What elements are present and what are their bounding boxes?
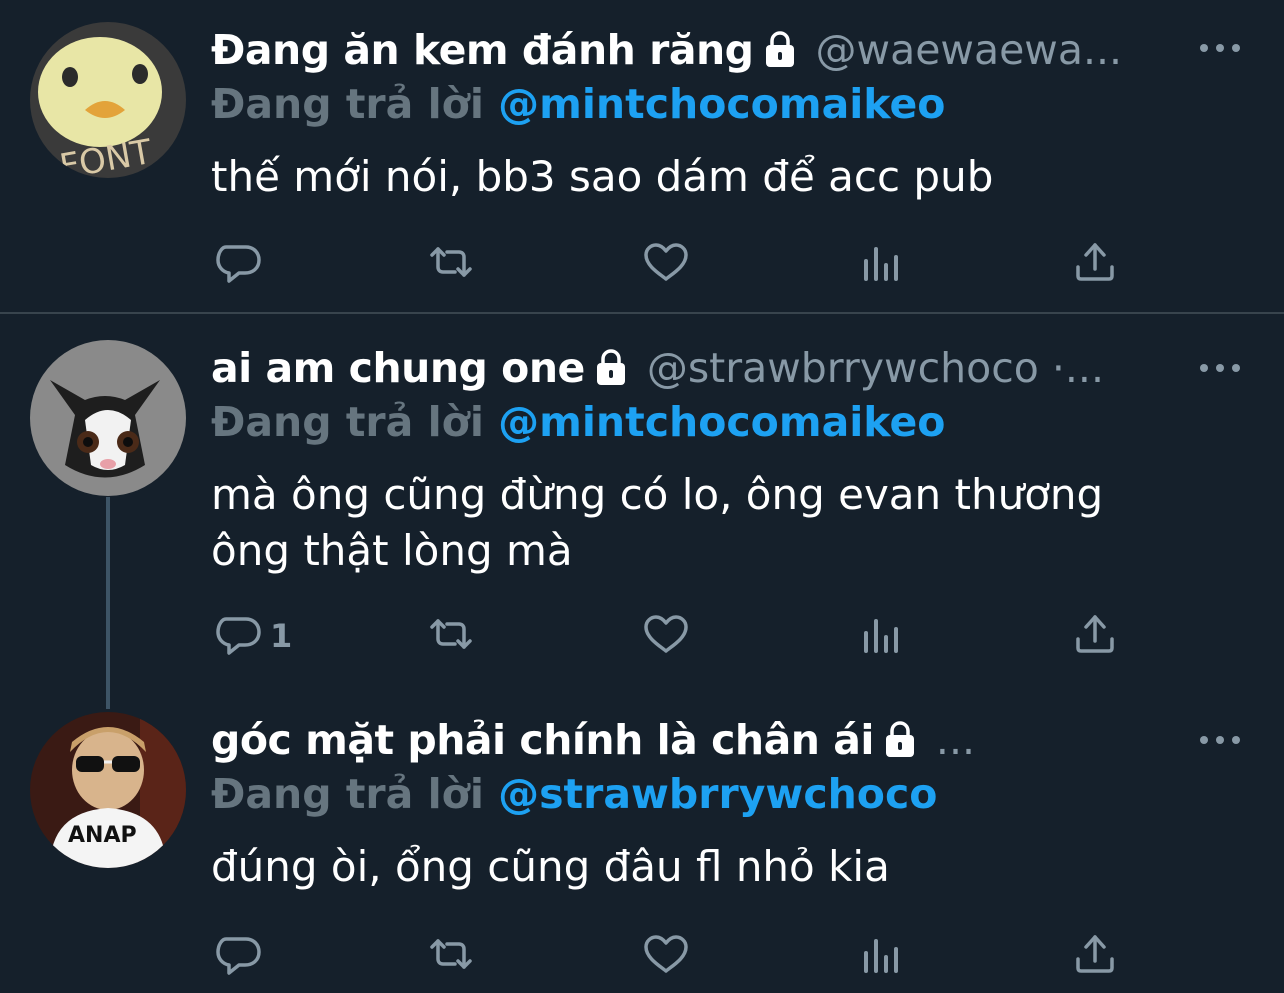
lock-icon xyxy=(593,348,629,388)
user-handle[interactable]: @waewaewa... xyxy=(816,26,1123,74)
heart-icon xyxy=(641,237,691,291)
tweet[interactable]: ai am chung one @strawbrrywchoco ·... Đa… xyxy=(0,314,1284,684)
share-icon xyxy=(1070,237,1120,291)
replying-to: Đang trả lời @mintchocomaikeo xyxy=(211,398,945,446)
like-button[interactable] xyxy=(641,234,691,294)
like-button[interactable] xyxy=(641,926,691,986)
retweet-icon xyxy=(426,609,476,663)
more-icon[interactable] xyxy=(1200,358,1240,378)
reply-to-handle[interactable]: @strawbrrywchoco xyxy=(498,770,937,818)
share-button[interactable] xyxy=(1070,606,1120,666)
reply-icon xyxy=(212,237,262,291)
retweet-icon xyxy=(426,929,476,983)
heart-icon xyxy=(641,929,691,983)
tweet-text: đúng òi, ổng cũng đâu fl nhỏ kia xyxy=(211,842,890,891)
reply-to-handle[interactable]: @mintchocomaikeo xyxy=(498,80,945,128)
retweet-button[interactable] xyxy=(426,234,476,294)
display-name[interactable]: ai am chung one xyxy=(211,344,585,392)
tweet-header: Đang ăn kem đánh răng @waewaewa... xyxy=(211,20,1122,80)
lock-icon xyxy=(762,30,798,70)
more-icon[interactable] xyxy=(1200,730,1240,750)
retweet-button[interactable] xyxy=(426,606,476,666)
tweet-text: thế mới nói, bb3 sao dám để acc pub xyxy=(211,152,994,201)
user-handle[interactable]: @strawbrrywchoco ·... xyxy=(647,344,1104,392)
display-name[interactable]: Đang ăn kem đánh răng xyxy=(211,26,754,74)
reply-count: 1 xyxy=(270,617,293,655)
user-handle[interactable]: ... xyxy=(936,716,975,764)
avatar[interactable] xyxy=(30,340,186,496)
more-icon[interactable] xyxy=(1200,38,1240,58)
tweet[interactable]: FONT Đang ăn kem đánh răng @waewaewa... … xyxy=(0,0,1284,312)
avatar[interactable]: ANAP xyxy=(30,712,186,868)
display-name[interactable]: góc mặt phải chính là chân ái xyxy=(211,716,874,764)
tweet[interactable]: ANAP góc mặt phải chính là chân ái ... Đ… xyxy=(0,684,1284,993)
analytics-icon xyxy=(856,609,906,663)
reply-prefix: Đang trả lời xyxy=(211,770,484,818)
tweet-header: góc mặt phải chính là chân ái ... xyxy=(211,710,975,770)
share-icon xyxy=(1070,609,1120,663)
action-bar xyxy=(0,926,1284,986)
reply-button[interactable] xyxy=(212,926,270,986)
share-icon xyxy=(1070,929,1120,983)
action-bar xyxy=(0,234,1284,294)
analytics-button[interactable] xyxy=(856,234,906,294)
avatar[interactable]: FONT xyxy=(30,22,186,178)
analytics-icon xyxy=(856,237,906,291)
retweet-button[interactable] xyxy=(426,926,476,986)
action-bar: 1 xyxy=(0,606,1284,666)
tweet-text: mà ông cũng đừng có lo, ông evan thương … xyxy=(211,470,1104,575)
svg-text:ANAP: ANAP xyxy=(68,823,137,848)
analytics-button[interactable] xyxy=(856,926,906,986)
replying-to: Đang trả lời @strawbrrywchoco xyxy=(211,770,937,818)
reply-icon xyxy=(212,609,262,663)
share-button[interactable] xyxy=(1070,234,1120,294)
like-button[interactable] xyxy=(641,606,691,666)
heart-icon xyxy=(641,609,691,663)
reply-to-handle[interactable]: @mintchocomaikeo xyxy=(498,398,945,446)
retweet-icon xyxy=(426,237,476,291)
reply-button[interactable] xyxy=(212,234,270,294)
reply-button[interactable]: 1 xyxy=(212,606,292,666)
lock-icon xyxy=(882,720,918,760)
replying-to: Đang trả lời @mintchocomaikeo xyxy=(211,80,945,128)
reply-icon xyxy=(212,929,262,983)
tweet-header: ai am chung one @strawbrrywchoco ·... xyxy=(211,338,1104,398)
reply-prefix: Đang trả lời xyxy=(211,398,484,446)
reply-prefix: Đang trả lời xyxy=(211,80,484,128)
analytics-button[interactable] xyxy=(856,606,906,666)
analytics-icon xyxy=(856,929,906,983)
share-button[interactable] xyxy=(1070,926,1120,986)
